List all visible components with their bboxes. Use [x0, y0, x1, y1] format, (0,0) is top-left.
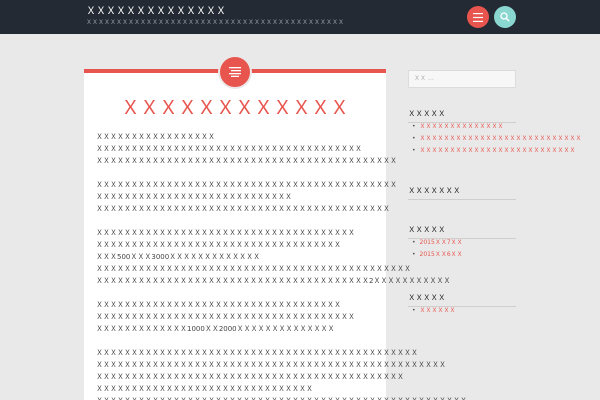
- post-text-line: ＸＸＸＸＸＸＸＸＸＸＸＸＸＸＸＸＸＸＸＸＸＸＸＸＸＸＸＸＸＸＸＸＸＸＸＸＸ: [96, 313, 355, 321]
- post-text-line: ＸＸＸＸＸＸＸＸＸＸＸＸＸＸＸＸＸＸＸＸＸＸＸＸＸＸＸＸＸＸＸＸＸＸＸ: [96, 301, 341, 309]
- widget-link[interactable]: 2015ＸＸ7ＸＸ: [412, 237, 463, 249]
- sidebar-search-input[interactable]: ＸＸ …: [408, 70, 516, 88]
- text-lines-icon: [229, 67, 241, 77]
- post-paragraph: ＸＸＸＸＸＸＸＸＸＸＸＸＸＸＸＸＸＸＸＸＸＸＸＸＸＸＸＸＸＸＸＸＸＸＸＸＸＸＸＸ…: [96, 131, 397, 167]
- categories-list: ＸＸＸＸＸＸ: [412, 305, 456, 317]
- site-title[interactable]: ＸＸＸＸＸＸＸＸＸＸＸＸＸＸ: [86, 6, 226, 18]
- post-text-line: ＸＸＸＸＸＸＸＸＸＸＸＸＸＸＸＸＸＸＸＸＸＸＸＸＸＸＸＸＸＸＸＸＸＸＸＸＸＸ: [96, 145, 362, 153]
- post-text-line: ＸＸＸＸＸＸＸＸＸＸＸＸＸＸＸＸＸＸＸＸＸＸＸＸＸＸＸＸＸＸＸＸＸＸＸＸＸＸＸＸ…: [96, 157, 397, 165]
- post-text-line: ＸＸＸＸＸＸＸＸＸＸＸＸＸＸＸＸＸＸＸＸＸＸＸＸＸＸＸＸＸＸＸＸＸＸＸＸＸＸＸＸ…: [96, 373, 404, 381]
- post-format-badge: [218, 55, 252, 89]
- menu-icon: [473, 12, 483, 22]
- widget-link[interactable]: 2015ＸＸ6ＸＸ: [412, 249, 463, 261]
- post-content: ＸＸＸＸＸＸＸＸＸＸＸＸＸＸＸＸＸ ＸＸＸＸＸＸＸＸＸＸＸＸＸＸＸＸＸＸＸＸＸＸＸ…: [96, 131, 467, 400]
- post-text-line: ＸＸＸＸＸＸＸＸＸＸＸＸＸＸＸＸＸＸＸＸＸＸＸＸＸＸＸＸＸＸＸＸＸＸＸ: [96, 241, 341, 249]
- post-text-line: ＸＸＸＸＸＸＸＸＸＸＸＸＸＸＸＸＸＸＸＸＸＸＸＸＸＸＸＸＸＸＸＸＸＸＸＸＸＸＸＸ…: [96, 205, 390, 213]
- post-text-line: ＸＸＸＸＸＸＸＸＸＸＸＸＸ1000ＸＸ2000ＸＸＸＸＸＸＸＸＸＸＸＸＸＸ: [96, 325, 335, 333]
- post-text-line: ＸＸＸＸＸＸＸＸＸＸＸＸＸＸＸＸＸＸＸＸＸＸＸＸＸＸＸＸＸＸＸＸＸＸＸＸＸ: [96, 229, 355, 237]
- post-paragraph: ＸＸＸＸＸＸＸＸＸＸＸＸＸＸＸＸＸＸＸＸＸＸＸＸＸＸＸＸＸＸＸＸＸＸＸＸＸＸＸＸ…: [96, 179, 397, 215]
- post-paragraph: ＸＸＸＸＸＸＸＸＸＸＸＸＸＸＸＸＸＸＸＸＸＸＸＸＸＸＸＸＸＸＸＸＸＸＸＸＸＸＸＸ…: [96, 299, 380, 335]
- post-text-line: ＸＸＸＸＸＸＸＸＸＸＸＸＸＸＸＸＸＸＸＸＸＸＸＸＸＸＸＸＸＸＸＸＸＸＸＸＸＸＸ2…: [96, 277, 451, 285]
- post-paragraph: ＸＸＸＸＸＸＸＸＸＸＸＸＸＸＸＸＸＸＸＸＸＸＸＸＸＸＸＸＸＸＸＸＸＸＸＸＸＸＸＸ…: [96, 347, 467, 400]
- post-text-line: ＸＸＸＸＸＸＸＸＸＸＸＸＸＸＸＸＸＸＸＸＸＸＸＸＸＸＸＸＸＸＸＸＸＸＸＸＸＸＸＸ…: [96, 181, 397, 189]
- archives-list: 2015ＸＸ7ＸＸ2015ＸＸ6ＸＸ: [412, 237, 463, 261]
- post-text-line: ＸＸＸＸＸＸＸＸＸＸＸＸＸＸＸＸＸＸＸＸＸＸＸＸＸＸＸＸＸＸＸＸＸＸＸＸＸＸＸＸ…: [96, 395, 467, 400]
- post-text-line: ＸＸＸＸＸＸＸＸＸＸＸＸＸＸＸＸＸＸＸＸＸＸＸＸＸＸＸＸＸＸＸ: [96, 385, 313, 393]
- widget-link[interactable]: ＸＸＸＸＸＸＸＸＸＸＸＸＸＸＸＸＸＸＸＸＸＸＸＸＸＸＸ: [412, 133, 582, 145]
- post-text-line: ＸＸＸＸＸＸＸＸＸＸＸＸＸＸＸＸＸＸＸＸＸＸＸＸＸＸＸＸＸＸＸＸＸＸＸＸＸＸＸＸ…: [96, 361, 446, 369]
- post-title[interactable]: ＸＸＸＸＸＸＸＸＸＸＸＸ: [0, 96, 470, 120]
- post-paragraph: ＸＸＸＸＸＸＸＸＸＸＸＸＸＸＸＸＸＸＸＸＸＸＸＸＸＸＸＸＸＸＸＸＸＸＸＸＸＸＸＸ…: [96, 227, 451, 287]
- widget-link[interactable]: ＸＸＸＸＸＸ: [412, 305, 456, 317]
- search-icon: [500, 12, 510, 22]
- post-text-line: ＸＸＸＸＸＸＸＸＸＸＸＸＸＸＸＸＸＸＸＸＸＸＸＸＸＸＸＸＸＸＸＸＸＸＸＸＸＸＸＸ…: [96, 349, 418, 357]
- search-toggle-button[interactable]: [494, 6, 516, 28]
- site-header: ＸＸＸＸＸＸＸＸＸＸＸＸＸＸ ＸＸＸＸＸＸＸＸＸＸＸＸＸＸＸＸＸＸＸＸＸＸＸＸＸ…: [0, 0, 600, 34]
- post-text-line: ＸＸＸＸＸＸＸＸＸＸＸＸＸＸＸＸＸＸＸＸＸＸＸＸＸＸＸＸＸＸＸＸＸＸＸＸＸＸＸＸ…: [96, 265, 411, 273]
- menu-button[interactable]: [467, 6, 489, 28]
- site-description: ＸＸＸＸＸＸＸＸＸＸＸＸＸＸＸＸＸＸＸＸＸＸＸＸＸＸＸＸＸＸＸＸＸＸＸＸＸＸＸＸ…: [86, 19, 345, 26]
- widget-link[interactable]: ＸＸＸＸＸＸＸＸＸＸＸＸＸＸＸＸＸＸＸＸＸＸＸＸＸＸ: [412, 145, 582, 157]
- widget-title-recent-comments: ＸＸＸＸＸＸＸ: [408, 185, 516, 200]
- widget-link[interactable]: ＸＸＸＸＸＸＸＸＸＸＸＸＸＸ: [412, 121, 582, 133]
- post-text-line: ＸＸＸ500ＸＸＸ3000ＸＸＸＸＸＸＸＸＸＸＸＸＸ: [96, 253, 261, 261]
- post-text-line: ＸＸＸＸＸＸＸＸＸＸＸＸＸＸＸＸＸＸＸＸＸＸＸＸＸＸＸＸ: [96, 193, 292, 201]
- post-text-line: ＸＸＸＸＸＸＸＸＸＸＸＸＸＸＸＸＸ: [96, 133, 215, 141]
- recent-posts-list: ＸＸＸＸＸＸＸＸＸＸＸＸＸＸＸＸＸＸＸＸＸＸＸＸＸＸＸＸＸＸＸＸＸＸＸＸＸＸＸＸ…: [412, 121, 582, 157]
